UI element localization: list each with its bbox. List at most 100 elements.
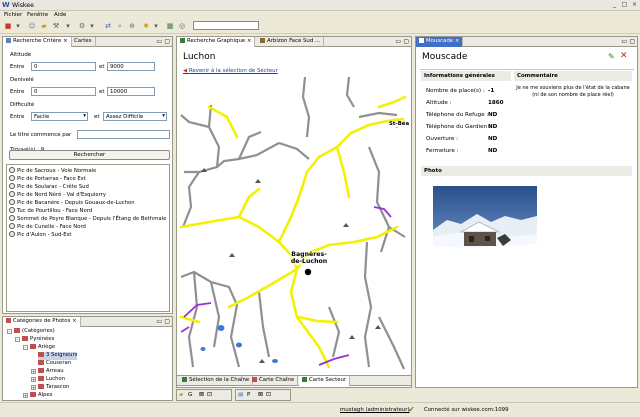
stop-icon[interactable]: ■ (4, 22, 12, 30)
minimized-label-g[interactable]: G (188, 392, 192, 398)
denivele-from-input[interactable]: 0 (31, 87, 96, 96)
summit-icon (9, 215, 15, 221)
menu-aide[interactable]: Aide (54, 12, 66, 18)
star-icon[interactable]: ✹ (142, 22, 150, 30)
maximize-panel-icon[interactable]: ▢ (164, 38, 170, 45)
back-to-sector-link[interactable]: ◀ Revenir à la sélection de Secteur (183, 68, 278, 74)
menu-bar: Fichier Fenêtre Aide (0, 11, 640, 20)
document-icon[interactable]: ▤ (238, 392, 243, 398)
minimized-view-g: ▰ G ⊠ ⊡ (176, 389, 232, 401)
list-item[interactable]: Pic de Bacanère - Depuis Gouaux-de-Lucho… (9, 199, 135, 207)
minimize-icon[interactable]: _ (610, 1, 619, 9)
menu-fenetre[interactable]: Fenêtre (27, 12, 48, 18)
luchon-town-marker[interactable] (304, 268, 312, 276)
menu-fichier[interactable]: Fichier (4, 12, 22, 18)
settings-icon[interactable]: ⚙ (78, 22, 86, 30)
photo-header: Photo (421, 166, 632, 176)
restore-icon[interactable]: ⊡ (266, 391, 271, 398)
collapse-icon[interactable]: - (23, 345, 28, 350)
close-icon[interactable]: ⊠ (199, 391, 204, 398)
search-icon[interactable]: ⌕ (116, 22, 124, 30)
folder-icon[interactable]: ▰ (179, 392, 183, 398)
summit-icon (9, 223, 15, 229)
minimize-panel-icon[interactable]: ▭ (156, 318, 162, 325)
delete-icon[interactable]: ✕ (620, 51, 628, 61)
window-title: Wiskee (12, 2, 34, 9)
difficulte-to-select[interactable]: Assez Difficile ▾ (103, 112, 167, 121)
collapse-icon[interactable]: - (7, 329, 12, 334)
dropdown-arrow-icon[interactable]: ▾ (14, 22, 22, 30)
difficulte-from-select[interactable]: Facile ▾ (31, 112, 88, 121)
list-item[interactable]: Pic de Sacroux - Voie Normale (9, 167, 96, 175)
map-canvas[interactable] (179, 77, 409, 373)
status-user[interactable]: mustagh (administrateur) (340, 407, 410, 413)
tree-node-selected[interactable]: 3 Seigneurs (38, 352, 78, 360)
maximize-icon[interactable]: □ (620, 1, 629, 9)
zoom-icon[interactable]: ⊕ (128, 22, 136, 30)
edit-icon[interactable]: ✎ (608, 52, 615, 61)
tree-node[interactable]: + Luchon (31, 376, 65, 384)
category-icon (22, 336, 28, 341)
altitude-to-input[interactable]: 9000 (107, 62, 155, 71)
tab-carte-chaine[interactable]: Carte Chaîne (249, 376, 299, 386)
field-tel-refuge-label: Téléphone du Refuge : (426, 112, 489, 118)
tree-node[interactable]: + Arreau (31, 368, 64, 376)
tab-recherche-graphique[interactable]: Recherche Graphique × (177, 37, 256, 47)
denivele-to-input[interactable]: 10000 (107, 87, 155, 96)
list-item[interactable]: Pic de Soularac - Crête Sud (9, 183, 89, 191)
title-filter-input[interactable] (77, 130, 170, 139)
categories-tabstrip: Catégories de Photos × ▭ ▢ (3, 317, 172, 327)
tab-arbizon[interactable]: Arbizon Face Sud ... (257, 37, 325, 47)
toolbar-search-input[interactable] (193, 21, 259, 30)
altitude-and-label: et (99, 64, 105, 70)
altitude-from-input[interactable]: 0 (31, 62, 96, 71)
list-item[interactable]: Sommet de Peyre Blanque - Depuis l'Étang… (9, 215, 166, 223)
tree-node[interactable]: - Pyrénées (15, 336, 54, 344)
tab-carte-secteur[interactable]: Carte Secteur (299, 376, 351, 386)
folder-icon[interactable]: ▰ (40, 22, 48, 30)
minimize-panel-icon[interactable]: ▭ (395, 38, 401, 45)
expand-icon[interactable]: + (31, 369, 36, 374)
tree-node[interactable]: + Tarascon (31, 384, 69, 392)
tree-node[interactable]: - Ariège (23, 344, 55, 352)
list-item[interactable]: Tuc de Pourtillou - Face Nord (9, 207, 92, 215)
minimized-label-p[interactable]: P (247, 392, 250, 398)
collapse-icon[interactable]: - (15, 337, 20, 342)
list-item[interactable]: Pic d'Aulon - Sud-Est (9, 231, 71, 239)
expand-icon[interactable]: + (31, 377, 36, 382)
close-window-icon[interactable]: × (630, 1, 639, 9)
maximize-panel-icon[interactable]: ▢ (164, 318, 170, 325)
minimize-panel-icon[interactable]: ▭ (621, 38, 627, 45)
list-item[interactable]: Pic de Portarras - Face Est (9, 175, 86, 183)
tab-recherche-critere[interactable]: Recherche Critère × (3, 37, 72, 47)
map-icon[interactable]: ▦ (166, 22, 174, 30)
list-item[interactable]: Pic de Cunelle - Face Nord (9, 223, 86, 231)
tab-categories-photos[interactable]: Catégories de Photos × (3, 317, 81, 327)
binoculars-icon[interactable]: ◎ (178, 22, 186, 30)
maximize-panel-icon[interactable]: ▢ (403, 38, 409, 45)
refuge-tab-icon (419, 38, 424, 43)
tree-node[interactable]: - (Catégories) (7, 328, 55, 336)
tab-mouscade[interactable]: Mouscade × (416, 37, 464, 47)
tree-node[interactable]: Couseran (38, 360, 71, 368)
expand-icon[interactable]: + (31, 385, 36, 390)
minimize-panel-icon[interactable]: ▭ (156, 38, 162, 45)
app-logo-icon: W (2, 1, 10, 9)
refuge-photo[interactable] (433, 186, 537, 264)
tree-node[interactable]: + Alpes (23, 392, 52, 400)
dropdown-arrow-icon[interactable]: ▾ (152, 22, 160, 30)
tab-cartes[interactable]: Cartes (71, 37, 96, 47)
person-icon[interactable]: ☺ (28, 22, 36, 30)
dropdown-arrow-icon[interactable]: ▾ (88, 22, 96, 30)
dropdown-arrow-icon[interactable]: ▾ (64, 22, 72, 30)
navigate-icon[interactable]: ⇄ (104, 22, 112, 30)
ridge-lines (180, 77, 406, 370)
restore-icon[interactable]: ⊡ (207, 391, 212, 398)
expand-icon[interactable]: + (23, 393, 28, 398)
search-button[interactable]: Rechercher (9, 150, 170, 160)
maximize-panel-icon[interactable]: ▢ (629, 38, 635, 45)
list-item[interactable]: Pic de Nord Néré - Val d'Esquierry (9, 191, 106, 199)
tab-selection-chaine[interactable]: Sélection de la Chaîne (179, 376, 254, 386)
close-icon[interactable]: ⊠ (258, 391, 263, 398)
tool-icon[interactable]: ⚒ (52, 22, 60, 30)
